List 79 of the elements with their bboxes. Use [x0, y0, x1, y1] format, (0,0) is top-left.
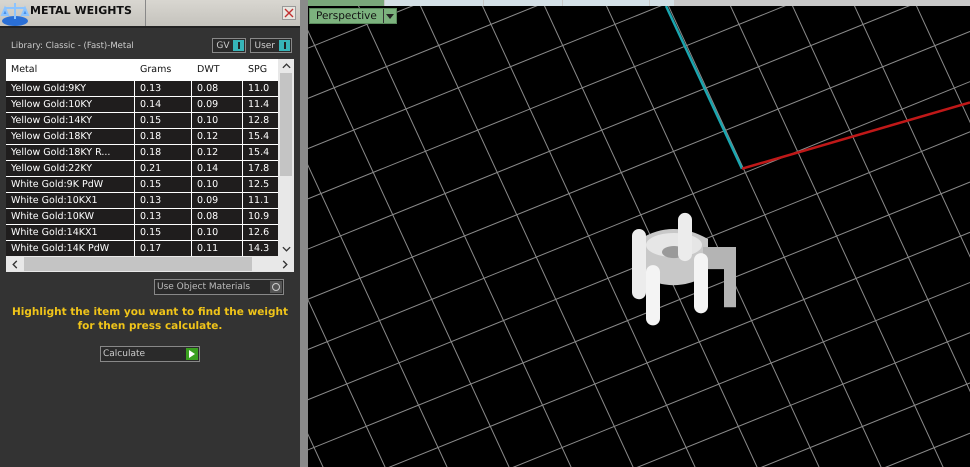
column-header[interactable]: Metal [6, 64, 134, 75]
toggle-button[interactable]: User [250, 38, 292, 53]
table-cell: 0.10 [192, 113, 242, 128]
use-object-materials-toggle[interactable]: Use Object Materials [154, 279, 284, 295]
table-cell: 15.4 [243, 129, 278, 144]
table-row[interactable]: Yellow Gold:9KY 0.13 0.08 11.0 [6, 81, 278, 96]
table-row[interactable]: White Gold:9K PdW 0.15 0.10 12.5 [6, 177, 278, 192]
horizontal-scrollbar[interactable] [6, 256, 294, 272]
table-cell: White Gold:10KX1 [6, 193, 134, 208]
table-row[interactable]: White Gold:10KW 0.13 0.08 10.9 [6, 209, 278, 224]
table-cell: 12.6 [243, 225, 278, 240]
table-cell: 0.09 [192, 193, 242, 208]
table-row[interactable]: Yellow Gold:10KY 0.14 0.09 11.4 [6, 97, 278, 112]
table-cell: 0.13 [135, 81, 191, 96]
table-cell: 0.14 [192, 161, 242, 176]
play-icon [189, 350, 195, 358]
table-cell: 0.21 [135, 161, 191, 176]
viewport-tab[interactable] [385, 0, 483, 6]
table-cell: 0.11 [192, 241, 242, 256]
scale-icon [0, 0, 30, 27]
table-cell: 11.0 [243, 81, 278, 96]
table-cell: 0.10 [192, 177, 242, 192]
table-cell: 11.4 [243, 97, 278, 112]
table-cell: 14.3 [243, 241, 278, 256]
caret-icon [386, 14, 394, 18]
toggle-button[interactable]: GV [212, 38, 246, 53]
table-cell: White Gold:14KX1 [6, 225, 134, 240]
viewport-tab[interactable] [484, 0, 562, 6]
table-cell: Yellow Gold:18KY [6, 129, 134, 144]
table-cell: 0.09 [192, 97, 242, 112]
table-cell: 10.9 [243, 209, 278, 224]
view-dropdown[interactable]: Perspective [309, 8, 397, 24]
table-cell: 0.15 [135, 225, 191, 240]
table-row[interactable]: Yellow Gold:22KY 0.21 0.14 17.8 [6, 161, 278, 176]
column-header[interactable]: Grams [135, 64, 191, 75]
table-row[interactable]: White Gold:10KX1 0.13 0.09 11.1 [6, 193, 278, 208]
table-row[interactable]: White Gold:14K PdW 0.17 0.11 14.3 [6, 241, 278, 256]
calculate-button[interactable]: Calculate [100, 346, 200, 362]
table-cell: 0.17 [135, 241, 191, 256]
table-cell: 0.08 [192, 209, 242, 224]
viewport-tab[interactable] [650, 0, 674, 6]
table-cell: White Gold:9K PdW [6, 177, 134, 192]
column-header[interactable]: DWT [192, 64, 242, 75]
table-cell: 0.18 [135, 145, 191, 160]
table-cell: Yellow Gold:22KY [6, 161, 134, 176]
table-row[interactable]: Yellow Gold:18KY 0.18 0.12 15.4 [6, 129, 278, 144]
table-cell: 12.5 [243, 177, 278, 192]
table-cell: Yellow Gold:9KY [6, 81, 134, 96]
table-cell: Yellow Gold:10KY [6, 97, 134, 112]
table-cell: 0.15 [135, 177, 191, 192]
library-label: Library: Classic - (Fast)-Metal [11, 40, 135, 50]
instruction-text: Highlight the item you want to find the weight for then press calculate. [11, 305, 289, 333]
table-cell: White Gold:14K PdW [6, 241, 134, 256]
table-cell: 0.08 [192, 81, 242, 96]
table-cell: 12.8 [243, 113, 278, 128]
table-cell: 0.10 [192, 225, 242, 240]
close-icon [284, 8, 294, 18]
table-cell: 15.4 [243, 145, 278, 160]
table-row[interactable]: White Gold:14KX1 0.15 0.10 12.6 [6, 225, 278, 240]
table-cell: White Gold:10KW [6, 209, 134, 224]
viewport-tab[interactable] [563, 0, 649, 6]
column-header[interactable]: SPG [243, 64, 278, 75]
table-cell: 0.13 [135, 193, 191, 208]
table-cell: 0.13 [135, 209, 191, 224]
table-cell: 17.8 [243, 161, 278, 176]
close-button[interactable] [282, 6, 296, 20]
table-cell: 0.15 [135, 113, 191, 128]
table-cell: Yellow Gold:14KY [6, 113, 134, 128]
table-cell: 11.1 [243, 193, 278, 208]
viewport-tab[interactable] [308, 0, 384, 6]
table-row[interactable]: Yellow Gold:18KY R... 0.18 0.12 15.4 [6, 145, 278, 160]
table-row[interactable]: Yellow Gold:14KY 0.15 0.10 12.8 [6, 113, 278, 128]
table-cell: 0.12 [192, 129, 242, 144]
vertical-scrollbar[interactable] [278, 59, 294, 256]
table-cell: Yellow Gold:18KY R... [6, 145, 134, 160]
table-cell: 0.14 [135, 97, 191, 112]
panel-title: METAL WEIGHTS [30, 0, 146, 26]
table-cell: 0.12 [192, 145, 242, 160]
table-cell: 0.18 [135, 129, 191, 144]
